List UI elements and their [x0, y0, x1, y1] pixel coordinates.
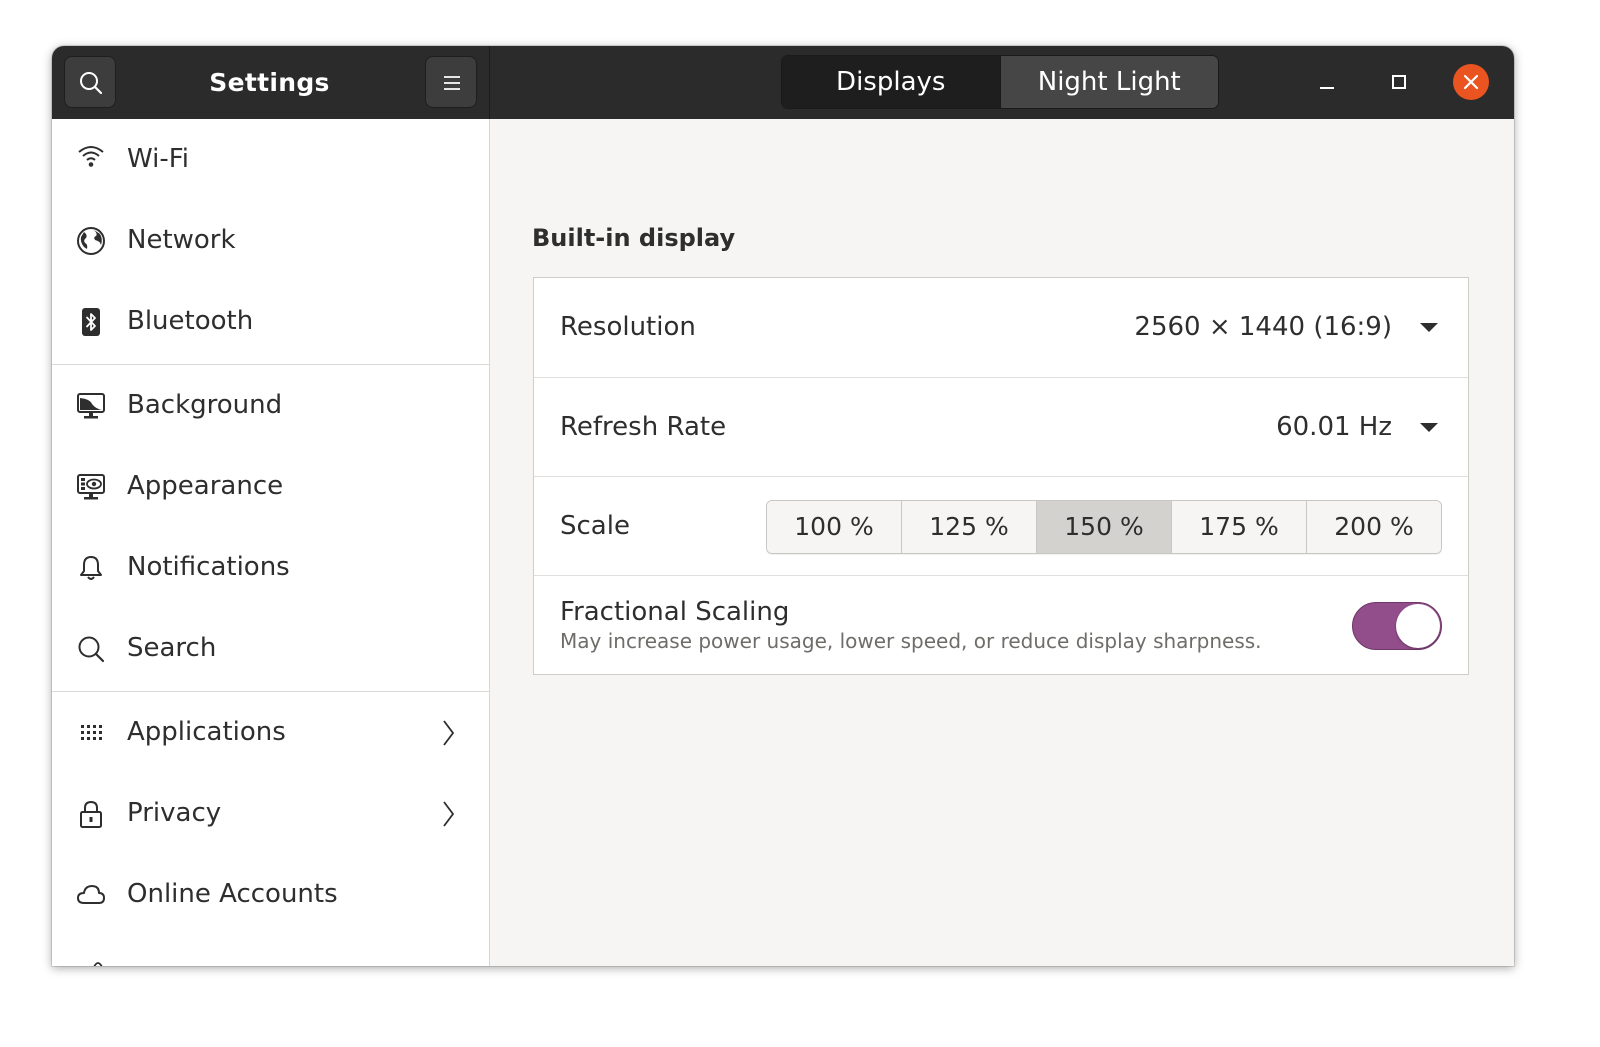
sidebar-item-background[interactable]: Background [52, 365, 489, 446]
cloud-icon [77, 885, 105, 904]
scale-option-125[interactable]: 125 % [901, 501, 1036, 553]
refresh-rate-label: Refresh Rate [560, 412, 727, 442]
sidebar-item-label: Privacy [127, 798, 222, 828]
section-title: Built-in display [532, 224, 736, 252]
sidebar-item-label: Appearance [127, 471, 284, 501]
minimize-button[interactable] [1309, 64, 1345, 100]
view-switcher: Displays Night Light [781, 55, 1219, 109]
sidebar-item-label: Search [127, 633, 217, 663]
settings-window: Settings Displays Night Light Wi-Fi Netw… [52, 46, 1514, 966]
sidebar-item-notifications[interactable]: Notifications [52, 527, 489, 608]
sidebar-item-label: Bluetooth [127, 306, 254, 336]
chevron-down-icon [1420, 323, 1438, 332]
scale-options: 100 % 125 % 150 % 175 % 200 % [766, 500, 1442, 554]
sidebar-item-bluetooth[interactable]: Bluetooth [52, 281, 489, 362]
fractional-scaling-row: Fractional Scaling May increase power us… [534, 576, 1468, 675]
maximize-button[interactable] [1381, 64, 1417, 100]
refresh-rate-value: 60.01 Hz [1276, 412, 1392, 442]
displays-panel: Built-in display Resolution 2560 × 1440 … [490, 119, 1514, 966]
partial-next-item-icon [93, 962, 103, 966]
appearance-icon [77, 474, 105, 500]
sidebar-item-label: Notifications [127, 552, 290, 582]
resolution-value: 2560 × 1440 (16:9) [1134, 312, 1392, 342]
scale-option-150[interactable]: 150 % [1036, 501, 1171, 553]
app-title: Settings [209, 68, 330, 97]
refresh-rate-row[interactable]: Refresh Rate 60.01 Hz [534, 378, 1468, 477]
scale-option-175[interactable]: 175 % [1171, 501, 1306, 553]
fractional-scaling-description: May increase power usage, lower speed, o… [560, 629, 1262, 653]
resolution-label: Resolution [560, 312, 696, 342]
resolution-row[interactable]: Resolution 2560 × 1440 (16:9) [534, 278, 1468, 377]
sidebar: Wi-Fi Network Bluetooth Background Appea… [52, 119, 490, 966]
header-bar: Settings Displays Night Light [52, 46, 1514, 119]
wifi-icon [78, 146, 104, 167]
search-button[interactable] [64, 56, 116, 108]
sidebar-item-label: Network [127, 225, 236, 255]
sidebar-item-label: Wi-Fi [127, 144, 190, 174]
lock-icon [80, 800, 102, 828]
sidebar-item-label: Online Accounts [127, 879, 338, 909]
sidebar-item-online-accounts[interactable]: Online Accounts [52, 854, 489, 935]
scale-row: Scale 100 % 125 % 150 % 175 % 200 % [534, 477, 1468, 576]
display-settings-card: Resolution 2560 × 1440 (16:9) Refresh Ra… [533, 277, 1469, 675]
apps-grid-icon [81, 725, 102, 740]
chevron-right-icon [443, 720, 455, 746]
globe-icon [77, 227, 105, 255]
tab-night-light[interactable]: Night Light [999, 56, 1218, 108]
scale-label: Scale [560, 511, 630, 541]
toggle-knob [1396, 604, 1440, 648]
search-icon [78, 636, 105, 663]
sidebar-item-label: Applications [127, 717, 286, 747]
sidebar-item-search[interactable]: Search [52, 608, 489, 689]
chevron-down-icon [1420, 423, 1438, 432]
sidebar-item-privacy[interactable]: Privacy [52, 773, 489, 854]
search-icon [80, 72, 103, 95]
sidebar-item-applications[interactable]: Applications [52, 692, 489, 773]
sidebar-item-label: Background [127, 390, 283, 420]
bluetooth-icon [82, 308, 100, 336]
chevron-right-icon [443, 801, 455, 827]
sidebar-item-appearance[interactable]: Appearance [52, 446, 489, 527]
sidebar-item-network[interactable]: Network [52, 200, 489, 281]
tab-displays[interactable]: Displays [782, 56, 1000, 108]
monitor-background-icon [77, 393, 105, 419]
close-icon [1463, 74, 1479, 90]
main-menu-button[interactable] [425, 56, 477, 108]
scale-option-200[interactable]: 200 % [1306, 501, 1441, 553]
scale-option-100[interactable]: 100 % [767, 501, 901, 553]
maximize-icon [1392, 75, 1406, 89]
minimize-icon [1320, 87, 1334, 89]
hamburger-menu-icon [444, 76, 460, 90]
close-button[interactable] [1453, 64, 1489, 100]
bell-icon [80, 556, 102, 580]
header-left-pane: Settings [52, 46, 490, 119]
fractional-scaling-toggle[interactable] [1352, 602, 1442, 650]
sidebar-item-wifi[interactable]: Wi-Fi [52, 119, 489, 200]
fractional-scaling-title: Fractional Scaling [560, 597, 790, 627]
